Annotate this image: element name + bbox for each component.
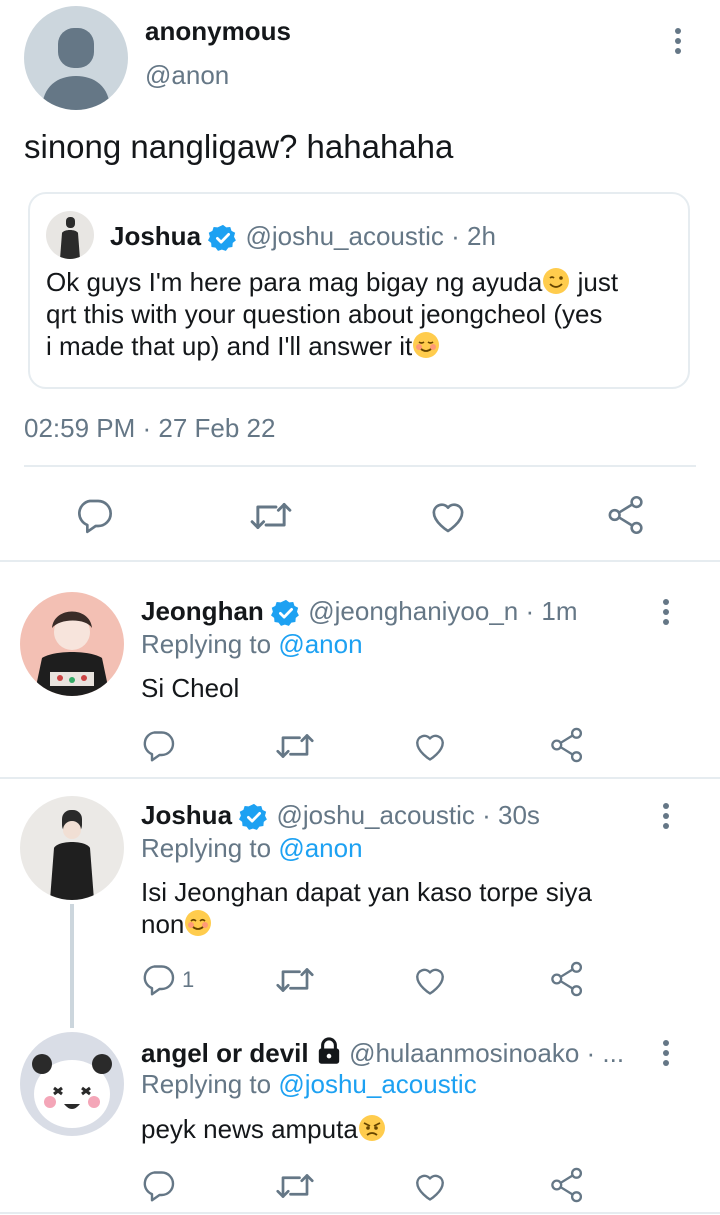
main-share-button[interactable] (606, 494, 646, 536)
reply-time: · 30s (482, 800, 540, 830)
share-button[interactable] (549, 960, 585, 998)
reply-handle[interactable]: @hulaanmosinoako · ... (349, 1038, 624, 1068)
avatar-angel-or-devil[interactable] (20, 1032, 124, 1136)
replying-to-link[interactable]: @anon (278, 629, 362, 659)
retweet-button[interactable] (274, 962, 316, 998)
angry-face-icon (358, 1115, 385, 1141)
share-icon (551, 1167, 583, 1203)
more-icon[interactable] (661, 1040, 671, 1070)
retweet-button[interactable] (274, 728, 316, 764)
section-divider (0, 1212, 720, 1214)
reply-button[interactable] (140, 728, 176, 764)
quoted-text-line2: qrt this with your question about jeongc… (46, 299, 603, 329)
share-button[interactable] (549, 726, 585, 764)
winking-face-icon (543, 268, 570, 294)
retweet-button[interactable] (274, 1168, 316, 1204)
lock-icon (318, 1037, 340, 1064)
reply-text: peyk news amputa (141, 1114, 386, 1145)
reply-text-line1: Isi Jeonghan dapat yan kaso torpe siya (141, 877, 592, 907)
share-button[interactable] (549, 1166, 585, 1204)
reply-count: 1 (182, 967, 195, 992)
like-button[interactable] (412, 962, 448, 998)
retweet-icon (276, 968, 314, 992)
reply-display-name[interactable]: Jeonghan (141, 596, 264, 626)
smiling-blush-face-icon (413, 332, 440, 358)
share-icon (608, 495, 643, 535)
reply-handle[interactable]: @joshu_acoustic (277, 800, 475, 830)
timestamp-divider (24, 465, 696, 467)
quoted-avatar (46, 211, 94, 259)
avatar-jeonghan[interactable] (20, 592, 124, 696)
quoted-time: · 2h (451, 221, 496, 251)
like-icon (416, 1174, 444, 1201)
verified-icon (271, 600, 299, 626)
avatar-joshua[interactable] (20, 796, 124, 900)
reply-display-name[interactable]: Joshua (141, 800, 232, 830)
reply-display-name[interactable]: angel or devil (141, 1038, 309, 1068)
main-like-button[interactable] (428, 496, 468, 536)
like-icon (432, 503, 464, 533)
reply-icon (143, 1171, 175, 1202)
more-icon[interactable] (661, 599, 671, 629)
reply-handle[interactable]: @jeonghaniyoo_n (308, 596, 518, 626)
like-button[interactable] (412, 728, 448, 764)
default-avatar-icon (42, 28, 110, 110)
reply-text-line2: non (141, 909, 212, 940)
retweet-icon (276, 1174, 314, 1198)
replying-to-label: Replying to (141, 833, 272, 863)
quoted-text-line3: i made that up) and I'll answer it (46, 331, 440, 362)
verified-icon (208, 225, 237, 251)
reply-text-part: peyk news amputa (141, 1114, 358, 1144)
main-tweet-text: sinong nangligaw? hahahaha (24, 128, 454, 165)
more-icon[interactable] (661, 803, 671, 833)
retweet-icon (250, 503, 292, 529)
reply-button[interactable]: 1 (140, 962, 194, 998)
main-display-name[interactable]: anonymous (145, 16, 291, 47)
replying-to-label: Replying to (141, 629, 272, 659)
share-icon (551, 961, 583, 997)
replying-to-label: Replying to (141, 1069, 272, 1099)
quoted-handle[interactable]: @joshu_acoustic (246, 221, 444, 251)
like-button[interactable] (412, 1168, 448, 1204)
main-reply-button[interactable] (74, 496, 114, 536)
reply-icon (78, 499, 112, 534)
quoted-text-line1: Ok guys I'm here para mag bigay ng ayuda… (46, 267, 618, 298)
main-timestamp[interactable]: 02:59 PM · 27 Feb 22 (24, 413, 275, 444)
reply-text: Si Cheol (141, 673, 240, 703)
more-icon[interactable] (673, 28, 683, 58)
replying-to-link[interactable]: @joshu_acoustic (278, 1069, 476, 1099)
verified-icon (239, 804, 268, 830)
like-icon (416, 734, 444, 761)
thread-connector (70, 904, 74, 1028)
reply-text-part: non (141, 909, 185, 939)
main-retweet-button[interactable] (248, 496, 294, 536)
reply-button[interactable] (140, 1168, 176, 1204)
main-handle[interactable]: @anon (145, 60, 229, 91)
quoted-text-part: just (570, 267, 619, 297)
reply-icon (143, 965, 175, 996)
reply-time: · 1m (525, 596, 578, 626)
section-divider (0, 560, 720, 562)
quoted-display-name[interactable]: Joshua (110, 221, 201, 251)
share-icon (551, 727, 583, 763)
reply-icon (143, 731, 175, 762)
retweet-icon (276, 734, 314, 758)
like-icon (416, 968, 444, 995)
avatar-anonymous[interactable] (24, 6, 128, 110)
smiling-face-icon (185, 910, 212, 936)
quoted-text-part: i made that up) and I'll answer it (46, 331, 413, 361)
quoted-text-part: Ok guys I'm here para mag bigay ng ayuda (46, 267, 543, 297)
section-divider (0, 777, 720, 779)
replying-to-link[interactable]: @anon (278, 833, 362, 863)
